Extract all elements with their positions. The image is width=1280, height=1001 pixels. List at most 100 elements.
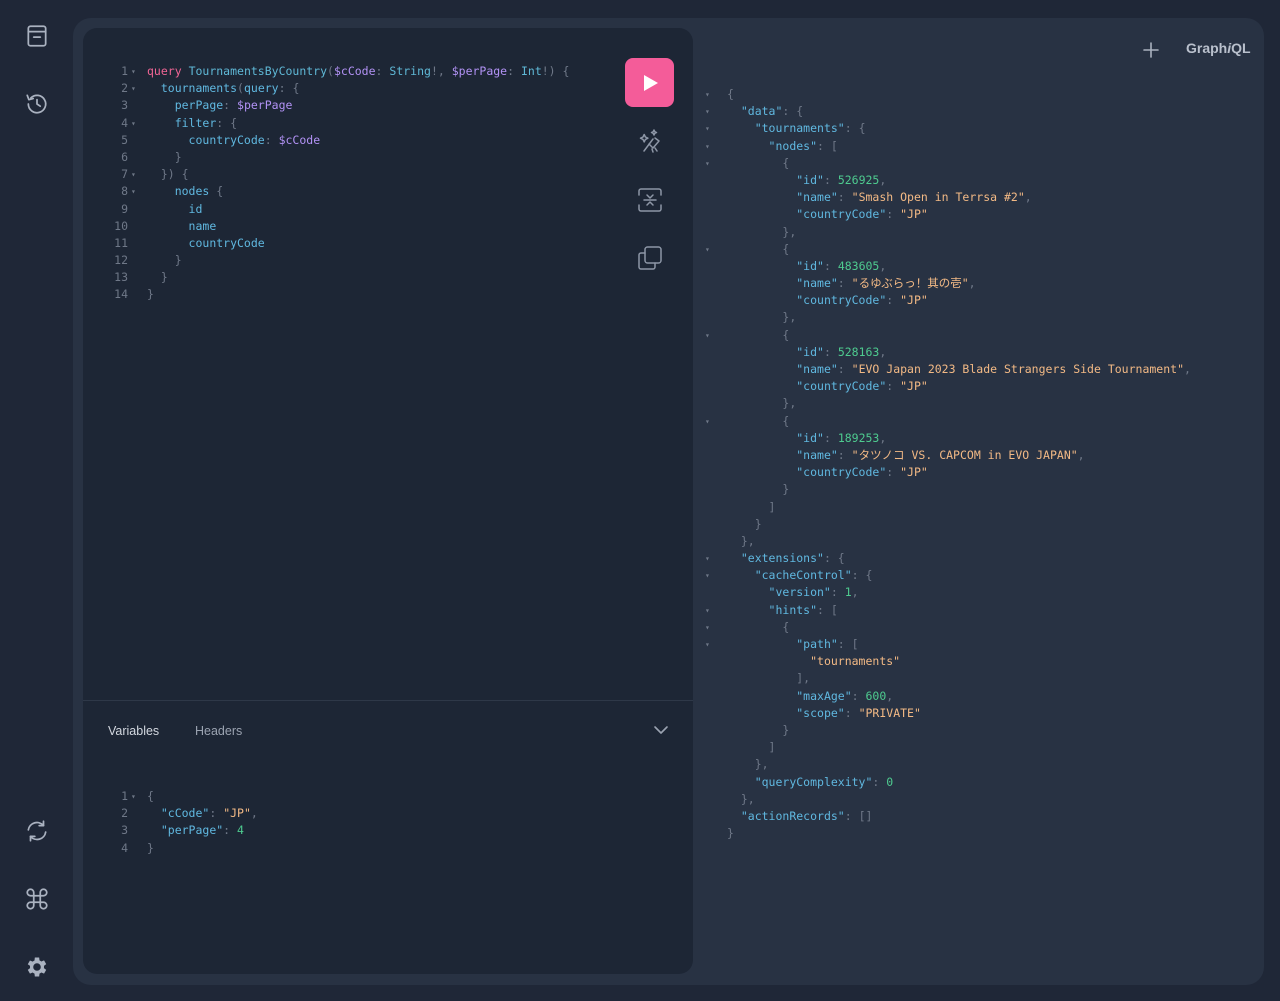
result-line: }: [705, 722, 1191, 739]
code-token: 189253: [837, 430, 880, 445]
fold-marker[interactable]: ▾: [705, 138, 727, 155]
tab-headers[interactable]: Headers: [195, 724, 242, 738]
fold-marker[interactable]: ▾: [705, 103, 727, 120]
line-number: 3: [121, 823, 128, 838]
settings-button[interactable]: [18, 948, 56, 986]
plus-icon: [1143, 42, 1159, 58]
code-token: 526925: [837, 172, 880, 187]
fold-marker[interactable]: ▾: [128, 788, 147, 805]
fold-marker[interactable]: ▾: [705, 636, 727, 653]
fold-marker[interactable]: ▾: [128, 80, 147, 97]
line-number: 2: [121, 806, 128, 821]
toggle-editor-tools-button[interactable]: [651, 720, 671, 740]
code-token: "nodes": [768, 138, 818, 153]
code-token: "JP": [223, 806, 251, 821]
code-token: {: [782, 241, 790, 256]
result-line: ]: [705, 499, 1191, 516]
code-token: :: [223, 98, 238, 113]
code-token: ,: [879, 430, 887, 445]
result-line: ▾ "nodes": [: [705, 138, 1191, 155]
fold-marker[interactable]: ▾: [705, 619, 727, 636]
code-token: : []: [844, 808, 873, 823]
code-token: :: [823, 172, 838, 187]
refetch-schema-button[interactable]: [18, 812, 56, 850]
result-line: ▾ "extensions": {: [705, 550, 1191, 567]
code-token: "JP": [900, 465, 928, 480]
code-token: : {: [782, 104, 804, 119]
code-token: "id": [796, 172, 824, 187]
code-token: TournamentsByCountry: [188, 64, 328, 78]
code-token: }: [754, 516, 762, 531]
code-token: !,: [430, 64, 452, 78]
merge-fragments-icon: [638, 188, 662, 212]
fold-marker[interactable]: ▾: [128, 166, 147, 183]
tab-variables[interactable]: Variables: [108, 724, 159, 738]
result-line: "actionRecords": []: [705, 808, 1191, 825]
result-line: "id": 483605,: [705, 258, 1191, 275]
prettify-query-button[interactable]: [635, 126, 665, 156]
fold-marker[interactable]: ▾: [705, 567, 727, 584]
fold-marker[interactable]: ▾: [705, 550, 727, 567]
fold-marker[interactable]: ▾: [705, 413, 727, 430]
copy-query-button[interactable]: [635, 243, 665, 273]
fold-marker[interactable]: ▾: [705, 120, 727, 137]
code-token: "tournaments": [810, 654, 901, 669]
shortcuts-icon: [26, 888, 48, 910]
shortcuts-button[interactable]: [18, 880, 56, 918]
editor-divider[interactable]: [83, 700, 693, 701]
result-line: },: [705, 224, 1191, 241]
fold-marker[interactable]: ▾: [128, 115, 147, 132]
code-token: 600: [865, 688, 887, 703]
query-editor[interactable]: 1 ▾ query TournamentsByCountry($cCode: Str…: [83, 28, 693, 700]
code-token: : [: [817, 138, 838, 153]
code-token: {: [782, 413, 790, 428]
code-token: "version": [768, 585, 831, 600]
code-token: },: [754, 757, 769, 772]
line-number: 1: [121, 64, 128, 78]
code-token: "name": [796, 276, 838, 291]
docs-explorer-button[interactable]: [18, 17, 56, 55]
code-token: !) {: [541, 64, 570, 78]
code-token: filter: [174, 115, 217, 130]
execute-query-button[interactable]: [625, 58, 674, 107]
code-token: $cCode: [278, 132, 321, 147]
code-token: 483605: [837, 258, 880, 273]
result-line: ]: [705, 739, 1191, 756]
history-button[interactable]: [18, 85, 56, 123]
fold-marker[interactable]: ▾: [705, 86, 727, 103]
code-token: :: [823, 344, 838, 359]
query-code[interactable]: 1 ▾ query TournamentsByCountry($cCode: Str…: [83, 63, 569, 304]
code-token: "path": [796, 637, 838, 651]
docs-icon: [27, 25, 47, 47]
variables-editor[interactable]: 1 ▾{2 "cCode": "JP", 3 "perPage": 4 4}: [83, 788, 258, 857]
fold-marker[interactable]: ▾: [705, 327, 727, 344]
result-line: "name": "EVO Japan 2023 Blade Strangers …: [705, 361, 1191, 378]
code-token: }: [174, 149, 182, 164]
code-token: name: [188, 218, 217, 233]
fold-marker[interactable]: ▾: [705, 155, 727, 172]
fold-marker[interactable]: ▾: [705, 241, 727, 258]
merge-fragments-button[interactable]: [635, 185, 665, 215]
line-number: 7: [121, 167, 128, 182]
add-tab-button[interactable]: [1141, 40, 1161, 60]
code-token: }: [147, 840, 154, 855]
code-line: 14}: [83, 286, 569, 303]
fold-marker[interactable]: ▾: [128, 63, 147, 80]
code-token: "id": [796, 258, 824, 273]
fold-marker[interactable]: ▾: [128, 183, 147, 200]
response-viewer[interactable]: ▾{▾ "data": {▾ "tournaments": {▾ "nodes"…: [705, 86, 1191, 842]
code-token: "JP": [900, 293, 928, 308]
fold-marker[interactable]: ▾: [705, 602, 727, 619]
code-token: :: [837, 362, 852, 376]
code-token: : {: [851, 568, 873, 583]
